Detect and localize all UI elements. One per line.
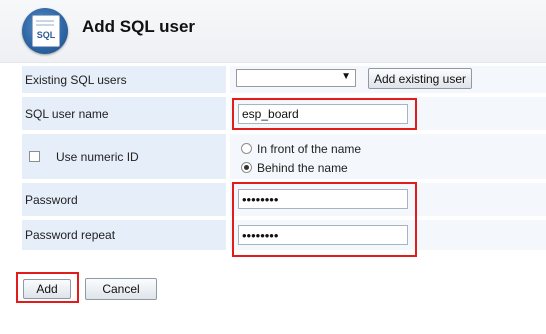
page-header: SQL Add SQL user bbox=[0, 0, 546, 63]
radio-in-front-label: In front of the name bbox=[257, 142, 362, 156]
radio-behind-label: Behind the name bbox=[257, 161, 348, 175]
chevron-down-icon: ▼ bbox=[341, 71, 351, 82]
radio-behind[interactable] bbox=[241, 162, 252, 173]
add-existing-user-button[interactable]: Add existing user bbox=[368, 68, 472, 89]
password-repeat-label: Password repeat bbox=[22, 220, 226, 250]
user-name-highlight bbox=[232, 98, 417, 130]
sql-database-icon: SQL bbox=[22, 8, 68, 54]
numeric-id-label: Use numeric ID bbox=[56, 149, 139, 164]
numeric-id-row-label: Use numeric ID bbox=[22, 134, 226, 179]
numeric-id-checkbox[interactable] bbox=[29, 151, 40, 162]
page-title: Add SQL user bbox=[82, 17, 196, 36]
password-fields-highlight bbox=[232, 182, 417, 257]
radio-in-front[interactable] bbox=[241, 143, 252, 154]
existing-users-select[interactable]: ▼ bbox=[236, 69, 356, 87]
sql-user-name-label: SQL user name bbox=[22, 97, 226, 130]
document-icon: SQL bbox=[32, 15, 60, 47]
cancel-button[interactable]: Cancel bbox=[85, 278, 157, 300]
password-label: Password bbox=[22, 183, 226, 216]
add-button-highlight bbox=[16, 272, 79, 303]
logo-text: SQL bbox=[36, 30, 56, 40]
existing-users-label: Existing SQL users bbox=[22, 66, 226, 93]
